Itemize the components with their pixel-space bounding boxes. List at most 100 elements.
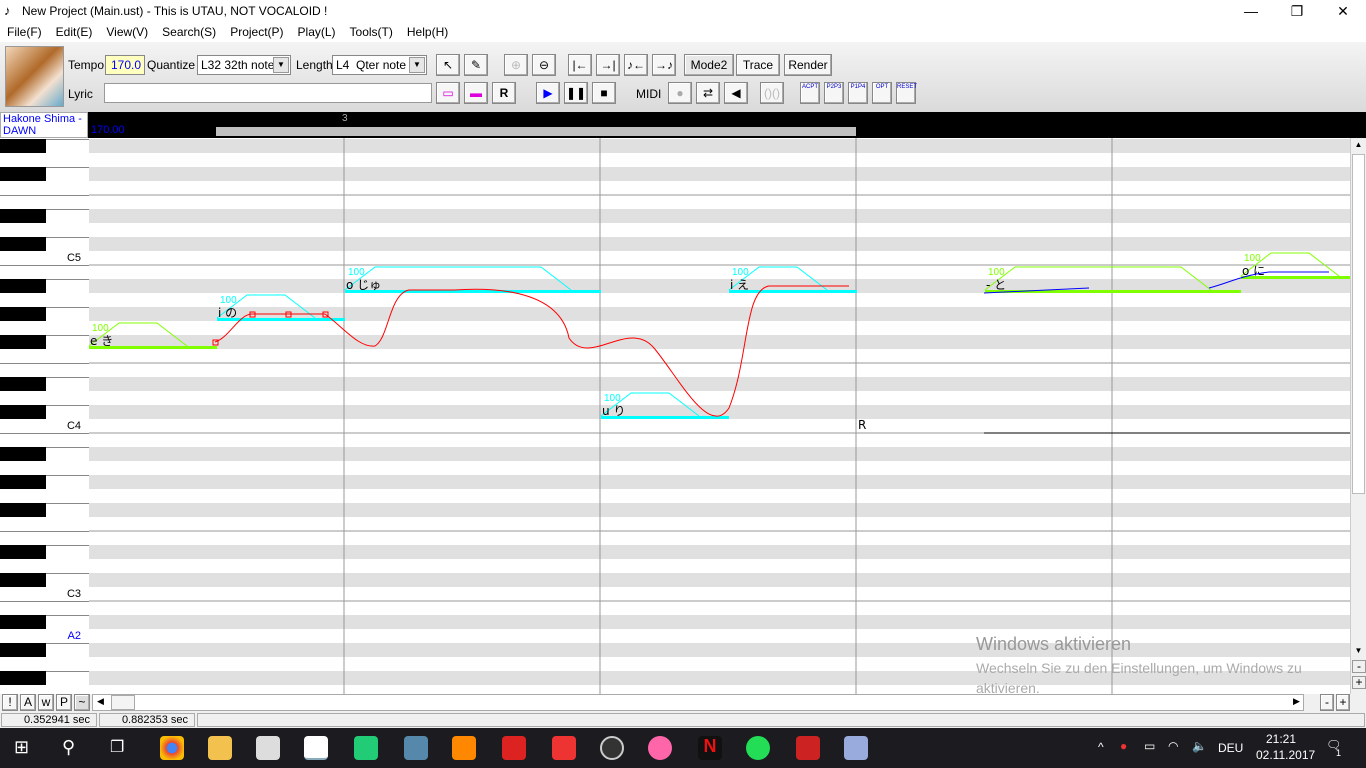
black-key[interactable] [0,573,46,587]
black-key[interactable] [0,377,46,391]
hzoom-in-button[interactable]: + [1336,694,1350,711]
tray-app-icon[interactable]: ● [1120,739,1127,753]
wifi-icon[interactable]: ◠ [1168,739,1178,753]
menu-edit[interactable]: Edit(E) [49,22,100,42]
black-key[interactable] [0,405,46,419]
speaker-button[interactable]: ◀ [724,82,748,104]
close-button[interactable]: ✕ [1320,0,1366,22]
hscroll-thumb[interactable] [111,695,135,710]
mp3-icon[interactable] [502,736,526,760]
utau-icon[interactable] [304,736,328,760]
stop-button[interactable]: ■ [592,82,616,104]
midi-switch-button[interactable]: ⇄ [696,82,720,104]
white-key[interactable] [0,601,89,602]
note-lyric[interactable]: - と [986,278,1006,292]
insert-note-button[interactable]: ▭ [436,82,460,104]
black-key[interactable] [0,237,46,251]
white-key[interactable] [0,531,89,532]
length-select[interactable]: L4 Qter note ▼ [332,55,427,75]
osu-icon[interactable] [648,736,672,760]
timeline-header[interactable]: 3 170.00 [0,112,1366,138]
vertical-scrollbar[interactable]: ▲ ▼ - + [1350,138,1366,694]
battery-icon[interactable]: ▭ [1144,739,1155,753]
paint-icon[interactable] [844,736,868,760]
button-p[interactable]: P [56,694,72,711]
language-indicator[interactable]: DEU [1218,741,1243,755]
clock-date[interactable]: 02.11.2017 [1256,748,1315,762]
black-key[interactable] [0,671,46,685]
clock-time[interactable]: 21:21 [1266,732,1296,746]
white-key[interactable] [0,363,89,364]
render-button[interactable]: Render [784,54,832,76]
note-lyric[interactable]: o に [1242,264,1265,278]
p1p4-button[interactable]: P1P4 [848,82,868,104]
midi-record-button[interactable]: ● [668,82,692,104]
pokerstars-icon[interactable] [796,736,820,760]
app-icon-green[interactable] [354,736,378,760]
windows-start-icon[interactable]: ⊞ [14,737,29,758]
black-key[interactable] [0,279,46,293]
piano-roll-canvas[interactable]: 100e き100i の100o じゅ100u り100i えR100- と10… [89,138,1350,694]
note-lyric[interactable]: i の [218,306,237,320]
vzoom-out-button[interactable]: - [1352,660,1366,673]
singer-avatar[interactable] [5,46,64,107]
p2p3-button[interactable]: P2P3 [824,82,844,104]
pause-button[interactable]: ❚❚ [564,82,588,104]
menu-project[interactable]: Project(P) [223,22,290,42]
add-rest-button[interactable]: R [492,82,516,104]
add-note-button[interactable]: ▬ [464,82,488,104]
maximize-button[interactable]: ❐ [1274,0,1320,22]
reset-button[interactable]: RESET [896,82,917,104]
black-key[interactable] [0,447,46,461]
black-key[interactable] [0,139,46,153]
button-exclaim[interactable]: ! [2,694,18,711]
pencil-tool-button[interactable]: ✎ [464,54,488,76]
fl-studio-icon[interactable] [452,736,476,760]
vzoom-in-button[interactable]: + [1352,676,1366,689]
app-icon-r[interactable] [600,736,624,760]
play-button[interactable]: ▶ [536,82,560,104]
netflix-icon[interactable]: N [698,736,722,760]
black-key[interactable] [0,475,46,489]
chrome-icon[interactable] [160,736,184,760]
mode2-button[interactable]: Mode2 [684,54,734,76]
zoom-in-button[interactable]: ⊕ [504,54,528,76]
volume-icon[interactable]: 🔈 [1192,739,1207,753]
white-key[interactable] [0,433,89,434]
pitch-curve[interactable] [214,285,849,417]
minimize-button[interactable]: — [1228,0,1274,22]
white-key[interactable] [0,265,89,266]
black-key[interactable] [0,615,46,629]
note-lyric[interactable]: R [858,418,866,432]
prev-note-button[interactable]: ♪← [624,54,648,76]
trace-button[interactable]: Trace [736,54,780,76]
button-w[interactable]: w [38,694,54,711]
scrollbar-thumb[interactable] [1352,154,1365,494]
piano-roll-grid[interactable]: 100 e き 100 i の 100 o じゅ 100 u り 100 i え R 100- と 10… [89,138,1350,694]
store-icon[interactable] [256,736,280,760]
lyric-input[interactable] [104,83,432,103]
tempo-input[interactable]: 170.0 [105,55,145,75]
whatsapp-icon[interactable] [746,736,770,760]
button-a[interactable]: A [20,694,36,711]
note-lyric[interactable]: i え [730,278,749,292]
scroll-up-icon[interactable]: ▲ [1351,140,1366,152]
tray-chevron-icon[interactable]: ^ [1098,740,1104,754]
app-icon-red[interactable] [552,736,576,760]
opt-button[interactable]: OPT [872,82,892,104]
quantize-select[interactable]: L32 32th note ▼ [197,55,291,75]
go-end-button[interactable]: →| [596,54,620,76]
menu-search[interactable]: Search(S) [155,22,223,42]
note-lyric[interactable]: e き [90,334,113,348]
note-bar[interactable] [345,290,601,293]
menu-play[interactable]: Play(L) [291,22,343,42]
task-view-icon[interactable]: ❐ [110,737,124,757]
menu-tools[interactable]: Tools(T) [343,22,400,42]
zoom-out-button[interactable]: ⊖ [532,54,556,76]
app-icon-blue[interactable] [404,736,428,760]
next-note-button[interactable]: →♪ [652,54,676,76]
menu-file[interactable]: File(F) [0,22,49,42]
select-tool-button[interactable]: ↖ [436,54,460,76]
go-start-button[interactable]: |← [568,54,592,76]
black-key[interactable] [0,307,46,321]
